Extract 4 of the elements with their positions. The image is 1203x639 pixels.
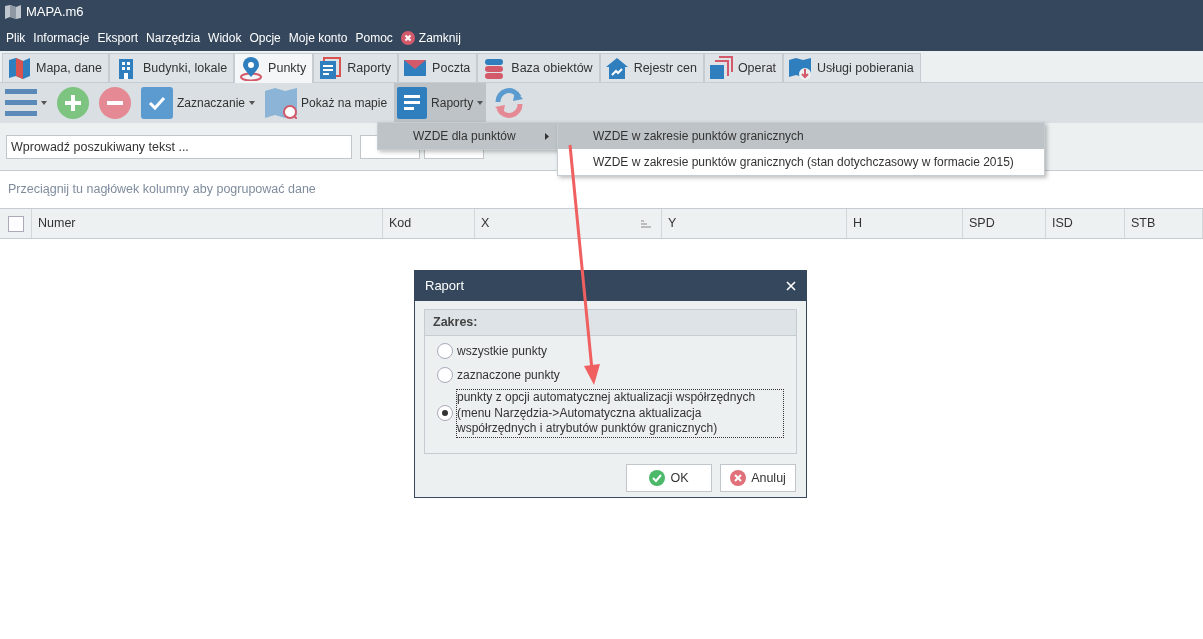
- window-title: MAPA.m6: [26, 3, 84, 22]
- group-hint: Przeciągnij tu nagłówek kolumny aby pogrupować dane: [8, 181, 316, 199]
- group-title: Zakres:: [433, 314, 478, 332]
- dialog-title: Raport: [425, 277, 465, 296]
